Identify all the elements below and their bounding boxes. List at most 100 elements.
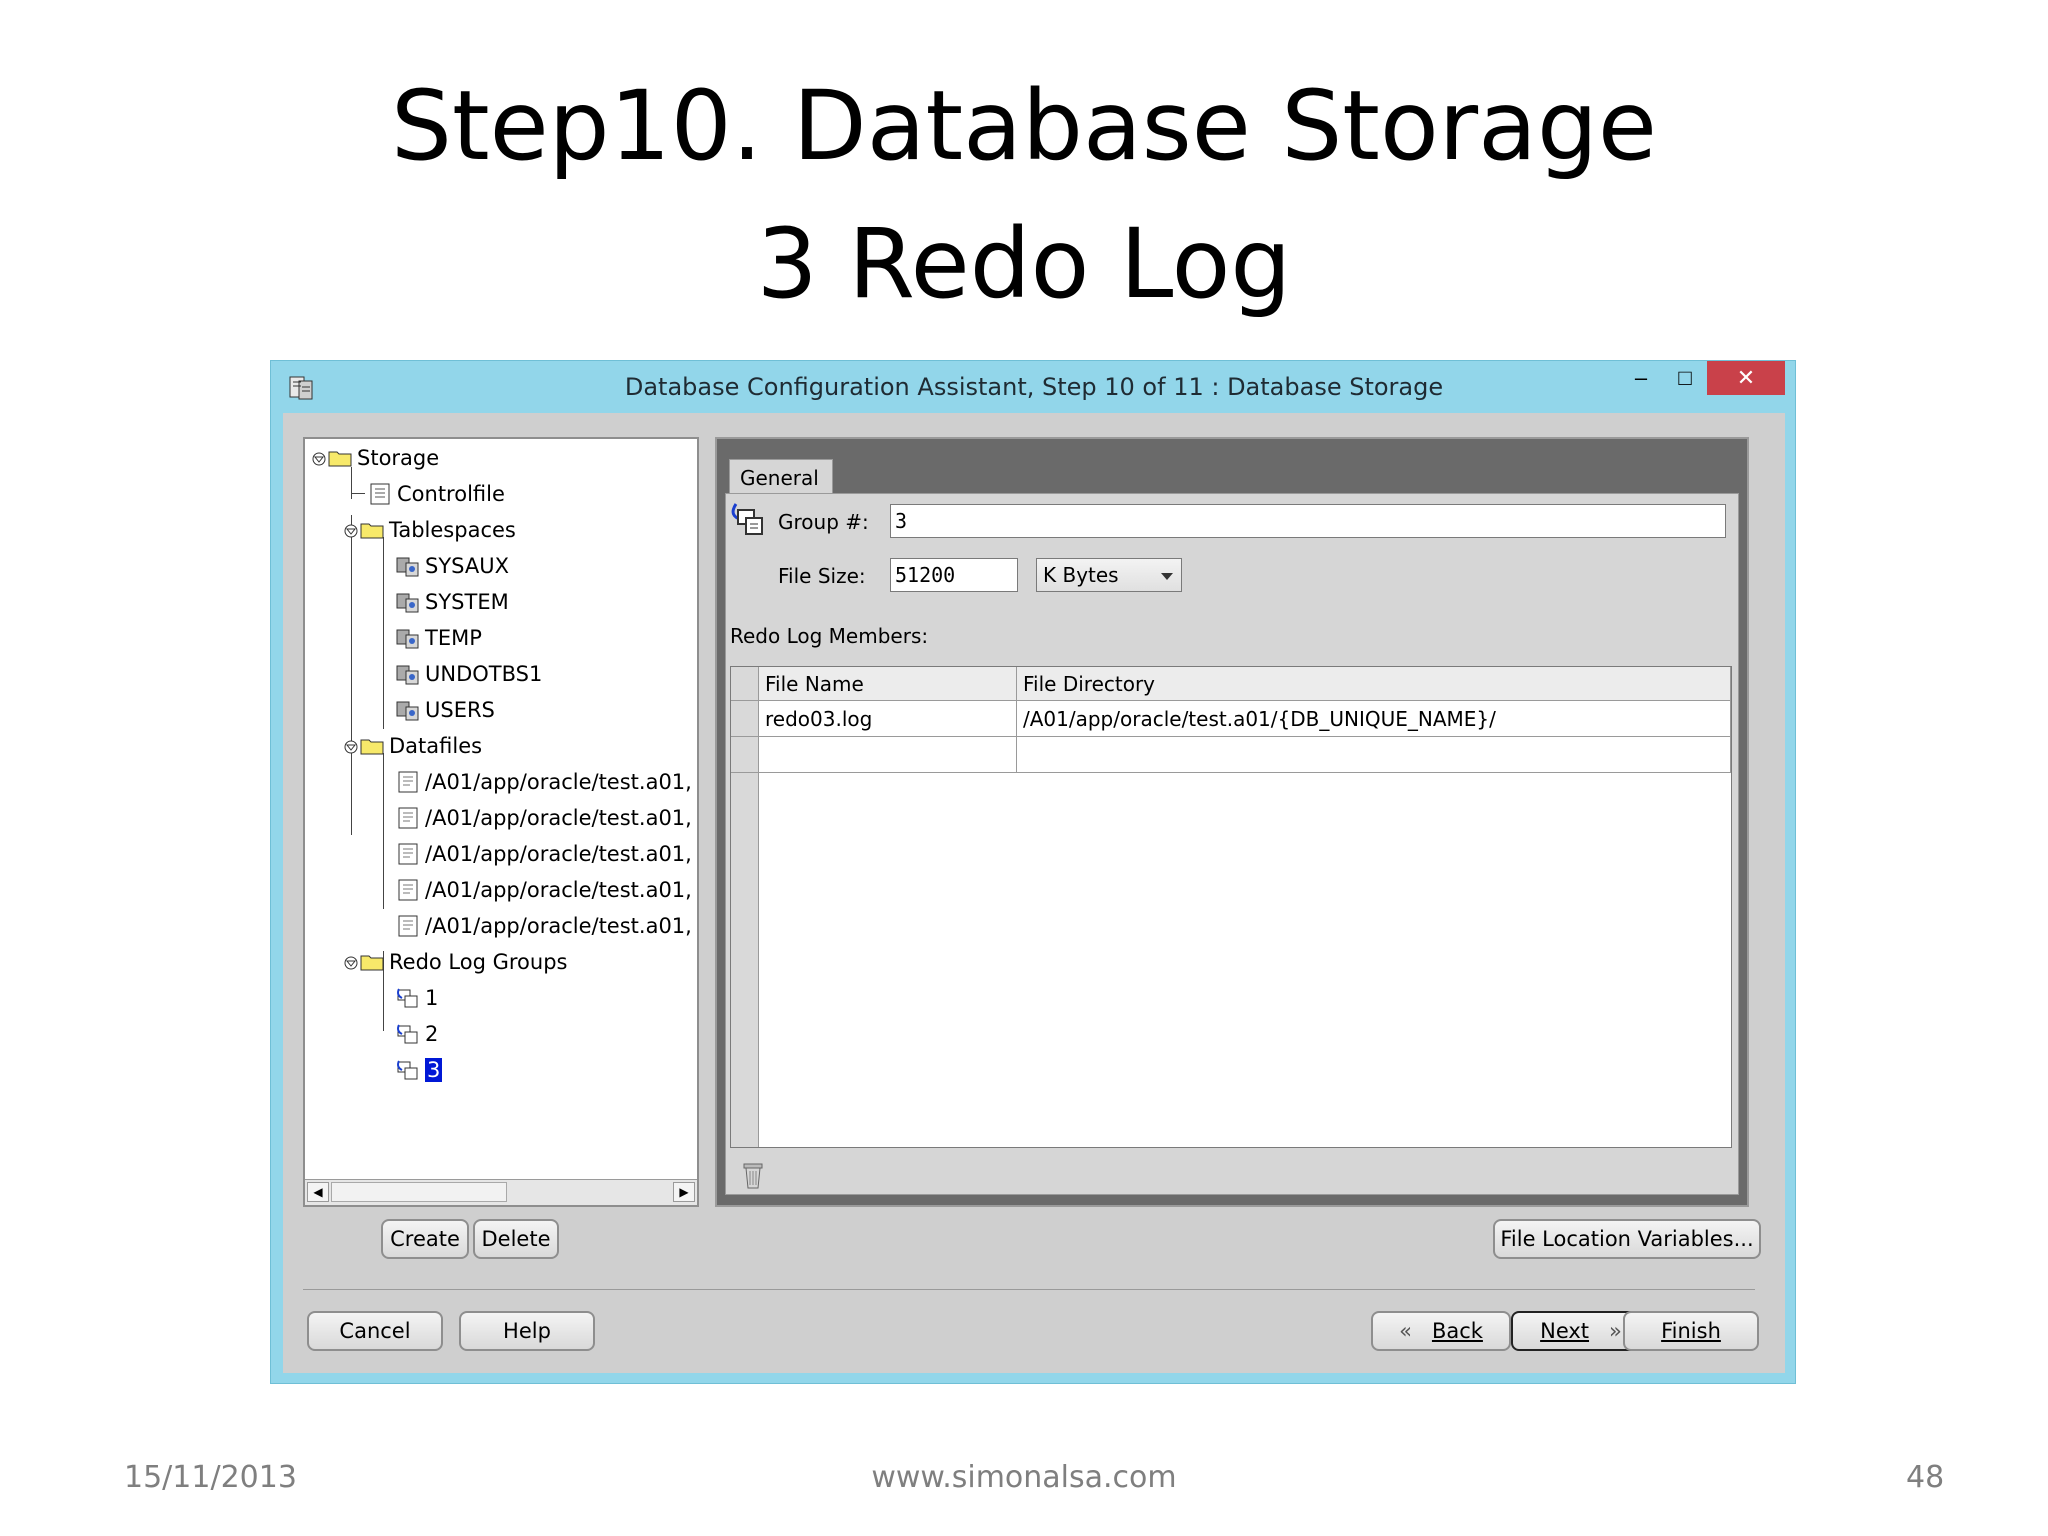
tree-node-controlfile[interactable]: Controlfile [367,479,505,509]
tablespace-icon [396,593,419,613]
datafile-icon [398,843,418,865]
collapse-icon[interactable] [343,955,359,971]
tree-node-label: Redo Log Groups [389,950,568,974]
tree-node-tablespaces[interactable]: Tablespaces [359,515,516,545]
tree-line [383,753,384,909]
redo-log-group-icon [397,988,418,1008]
next-label: Next [1540,1319,1590,1343]
trash-icon[interactable] [740,1158,766,1190]
table-cell-file-name[interactable] [759,737,1017,773]
create-button[interactable]: Create [381,1219,469,1259]
tree-node-tablespace[interactable]: USERS [395,695,495,725]
separator [303,1289,1755,1290]
tree-node-label: Controlfile [397,482,505,506]
chevron-left-icon: « [1399,1319,1412,1343]
row-header-empty [731,773,759,1147]
tab-general[interactable]: General [729,459,833,493]
delete-button[interactable]: Delete [473,1219,559,1259]
storage-tree: Storage Controlfile Tablespaces SYSAUX S… [305,439,697,1167]
dbca-window: Database Configuration Assistant, Step 1… [270,360,1796,1384]
tree-node-datafile[interactable]: /A01/app/oracle/test.a01, [395,911,692,941]
cancel-button[interactable]: Cancel [307,1311,443,1351]
collapse-icon[interactable] [311,451,327,467]
tablespace-icon [396,701,419,721]
tree-node-datafile[interactable]: /A01/app/oracle/test.a01, [395,767,692,797]
window-client-area: Storage Controlfile Tablespaces SYSAUX S… [283,413,1785,1373]
datafile-icon [398,771,418,793]
tree-node-tablespace[interactable]: TEMP [395,623,482,653]
collapse-icon[interactable] [343,523,359,539]
tree-node-label: 3 [425,1058,443,1082]
tree-node-label: /A01/app/oracle/test.a01, [425,914,692,938]
table-cell-file-name[interactable]: redo03.log [759,701,1017,737]
footer-page-number: 48 [1906,1460,1945,1495]
group-number-label: Group #: [778,510,869,534]
tree-node-redo-group[interactable]: 1 [395,983,438,1013]
datafile-icon [398,879,418,901]
tree-node-tablespace[interactable]: UNDOTBS1 [395,659,542,689]
tree-horizontal-scrollbar[interactable]: ◀ ▶ [305,1179,697,1205]
scroll-thumb[interactable] [331,1182,507,1202]
column-header-file-name[interactable]: File Name [759,667,1017,701]
column-header-file-directory[interactable]: File Directory [1017,667,1731,701]
finish-label: Finish [1661,1319,1721,1343]
row-header[interactable] [731,737,759,773]
tree-node-redo-log-groups[interactable]: Redo Log Groups [359,947,567,977]
datafile-icon [398,807,418,829]
scroll-right-arrow[interactable]: ▶ [673,1182,695,1202]
tree-line [351,493,365,494]
tree-node-storage[interactable]: Storage [327,443,439,473]
slide-title-line2: 3 Redo Log [756,208,1292,320]
controlfile-icon [370,483,390,505]
tree-node-label: Datafiles [389,734,483,758]
file-size-label: File Size: [778,564,866,588]
tree-line [351,515,352,835]
tree-node-redo-group-selected[interactable]: 3 [395,1055,443,1085]
collapse-icon[interactable] [343,739,359,755]
file-location-variables-button[interactable]: File Location Variables... [1493,1219,1761,1259]
maximize-button[interactable]: □ [1665,361,1705,395]
redo-log-group-icon [731,503,763,535]
tree-node-label: TEMP [425,626,482,650]
tree-node-label: Tablespaces [389,518,516,542]
group-number-input[interactable]: 3 [890,504,1726,538]
row-header[interactable] [731,701,759,737]
tablespace-icon [396,629,419,649]
table-cell-file-directory[interactable] [1017,737,1731,773]
tablespace-icon [396,665,419,685]
redo-log-group-icon [397,1060,418,1080]
folder-icon [360,955,384,971]
datafile-icon [398,915,418,937]
tree-node-tablespace[interactable]: SYSTEM [395,587,509,617]
file-size-input[interactable]: 51200 [890,558,1018,592]
tree-node-label: USERS [425,698,495,722]
general-panel: General Group #: 3 File Size: 51200 K By… [715,437,1749,1207]
tree-node-label: SYSAUX [425,554,509,578]
tree-node-datafile[interactable]: /A01/app/oracle/test.a01, [395,839,692,869]
help-button[interactable]: Help [459,1311,595,1351]
select-value: K Bytes [1043,563,1119,587]
close-button[interactable]: ✕ [1707,361,1785,395]
tree-node-datafiles[interactable]: Datafiles [359,731,482,761]
redo-log-members-label: Redo Log Members: [730,624,929,648]
tree-node-label: 2 [425,1022,439,1046]
tree-node-label: /A01/app/oracle/test.a01, [425,806,692,830]
finish-button[interactable]: Finish [1623,1311,1759,1351]
tree-node-label: 1 [425,986,439,1010]
tree-node-tablespace[interactable]: SYSAUX [395,551,509,581]
scroll-left-arrow[interactable]: ◀ [307,1182,329,1202]
minimize-button[interactable]: – [1621,361,1661,395]
table-corner [731,667,759,701]
tree-node-label: /A01/app/oracle/test.a01, [425,770,692,794]
tree-line [383,537,384,729]
tree-node-redo-group[interactable]: 2 [395,1019,438,1049]
redo-log-members-table: File Name File Directory redo03.log /A01… [730,666,1732,1148]
tree-node-label: /A01/app/oracle/test.a01, [425,878,692,902]
file-size-unit-select[interactable]: K Bytes [1036,558,1182,592]
table-cell-file-directory[interactable]: /A01/app/oracle/test.a01/{DB_UNIQUE_NAME… [1017,701,1731,737]
tree-node-datafile[interactable]: /A01/app/oracle/test.a01, [395,803,692,833]
folder-icon [328,451,352,467]
tree-node-datafile[interactable]: /A01/app/oracle/test.a01, [395,875,692,905]
back-button[interactable]: « Back [1371,1311,1511,1351]
title-bar[interactable]: Database Configuration Assistant, Step 1… [271,361,1795,413]
